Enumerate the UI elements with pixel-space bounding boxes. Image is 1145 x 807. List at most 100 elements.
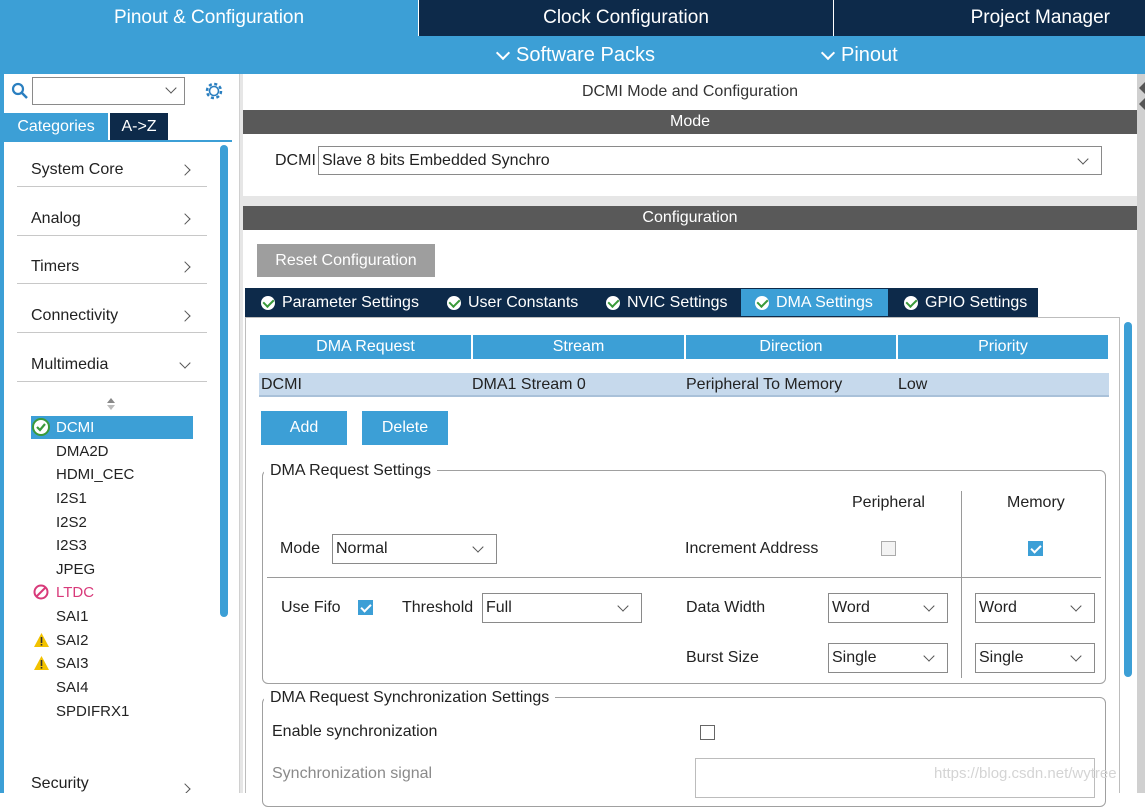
list-item-label: I2S2 bbox=[56, 514, 87, 531]
data-width-peripheral-select[interactable]: Word bbox=[828, 593, 948, 623]
chevron-down-icon bbox=[495, 45, 511, 60]
pinout-menu[interactable]: Pinout bbox=[820, 36, 898, 74]
check-circle-icon bbox=[904, 295, 918, 310]
list-item-jpeg[interactable]: JPEG bbox=[31, 558, 193, 581]
increment-peripheral-checkbox[interactable] bbox=[881, 541, 896, 556]
tab-clock-configuration[interactable]: Clock Configuration bbox=[418, 0, 833, 36]
software-packs-menu[interactable]: Software Packs bbox=[495, 36, 655, 74]
check-circle-icon bbox=[447, 295, 461, 310]
list-item-label: DMA2D bbox=[56, 443, 109, 460]
chevron-down-icon bbox=[617, 600, 629, 612]
column-header-priority[interactable]: Priority bbox=[898, 335, 1108, 359]
search-icon[interactable] bbox=[11, 82, 29, 100]
use-fifo-checkbox[interactable] bbox=[358, 600, 373, 615]
tab-label: Pinout & Configuration bbox=[113, 7, 305, 28]
list-item-label: SAI4 bbox=[56, 679, 89, 696]
warning-icon bbox=[34, 633, 49, 647]
list-item-ltdc[interactable]: LTDC bbox=[31, 581, 193, 604]
chevron-down-icon bbox=[923, 650, 935, 662]
table-cell: DMA1 Stream 0 bbox=[472, 376, 586, 393]
list-item-label: SPDIFRX1 bbox=[56, 703, 130, 720]
data-width-peripheral-value: Word bbox=[832, 599, 870, 616]
chevron-right-icon bbox=[179, 260, 191, 273]
category-analog[interactable]: Analog bbox=[17, 202, 207, 236]
column-header-direction[interactable]: Direction bbox=[686, 335, 896, 359]
threshold-value: Full bbox=[486, 599, 512, 616]
mode-field-label: Mode bbox=[280, 540, 321, 557]
enable-sync-checkbox[interactable] bbox=[700, 725, 715, 740]
check-circle-icon bbox=[32, 418, 50, 436]
chevron-down-icon bbox=[472, 541, 484, 553]
dma-mode-select[interactable]: Normal bbox=[332, 534, 497, 564]
category-security[interactable]: Security bbox=[17, 774, 207, 793]
tab-categories-label: Categories bbox=[17, 117, 95, 135]
column-header-stream[interactable]: Stream bbox=[473, 335, 684, 359]
data-width-memory-select[interactable]: Word bbox=[975, 593, 1095, 623]
category-timers[interactable]: Timers bbox=[17, 250, 207, 284]
table-cell: Peripheral To Memory bbox=[686, 376, 843, 393]
left-scrollbar[interactable] bbox=[220, 145, 228, 617]
list-item-sai4[interactable]: SAI4 bbox=[31, 676, 193, 699]
tab-parameter-settings[interactable]: Parameter Settings bbox=[247, 289, 431, 316]
content-scrollbar[interactable] bbox=[1124, 322, 1132, 677]
warning-icon bbox=[34, 656, 49, 670]
tab-label: Parameter Settings bbox=[282, 293, 419, 311]
list-item-label: DCMI bbox=[56, 419, 95, 436]
tab-gpio-settings[interactable]: GPIO Settings bbox=[890, 289, 1036, 316]
chevron-down-icon bbox=[1077, 152, 1089, 165]
list-item-spdifrx1[interactable]: SPDIFRX1 bbox=[31, 700, 193, 723]
use-fifo-label: Use Fifo bbox=[281, 599, 341, 616]
add-label: Add bbox=[289, 419, 319, 436]
list-item-i2s2[interactable]: I2S2 bbox=[31, 511, 193, 534]
disabled-icon bbox=[33, 584, 49, 600]
right-edge bbox=[1137, 74, 1145, 793]
tab-nvic-settings[interactable]: NVIC Settings bbox=[592, 289, 739, 316]
burst-size-memory-select[interactable]: Single bbox=[975, 643, 1095, 673]
list-item-hdmi-cec[interactable]: HDMI_CEC bbox=[31, 463, 193, 486]
sort-icon[interactable] bbox=[106, 397, 116, 411]
peripheral-column-label: Peripheral bbox=[852, 494, 925, 511]
mode-header: Mode bbox=[243, 110, 1137, 134]
threshold-select[interactable]: Full bbox=[482, 593, 642, 623]
list-item-sai2[interactable]: SAI2 bbox=[31, 629, 193, 652]
gear-icon[interactable] bbox=[203, 80, 225, 102]
list-item-dma2d[interactable]: DMA2D bbox=[31, 440, 193, 463]
list-item-i2s3[interactable]: I2S3 bbox=[31, 534, 193, 557]
check-circle-icon bbox=[606, 295, 620, 310]
data-width-label: Data Width bbox=[686, 599, 766, 616]
chevron-down-icon bbox=[165, 82, 177, 94]
burst-size-peripheral-select[interactable]: Single bbox=[828, 643, 948, 673]
category-label: Timers bbox=[31, 257, 80, 275]
delete-button[interactable]: Delete bbox=[362, 411, 448, 445]
tab-a-z[interactable]: A->Z bbox=[110, 113, 168, 140]
threshold-label: Threshold bbox=[402, 599, 474, 616]
sync-settings-legend: DMA Request Synchronization Settings bbox=[264, 689, 556, 707]
chevron-right-icon bbox=[179, 212, 191, 225]
collapse-arrows-icon[interactable] bbox=[1137, 80, 1145, 112]
group-divider bbox=[267, 577, 1101, 578]
dma-request-settings-legend: DMA Request Settings bbox=[264, 462, 437, 480]
category-multimedia[interactable]: Multimedia bbox=[17, 348, 207, 382]
category-label: Connectivity bbox=[31, 306, 119, 324]
header-label: Direction bbox=[759, 338, 823, 355]
chevron-down-icon bbox=[820, 45, 836, 60]
category-connectivity[interactable]: Connectivity bbox=[17, 299, 207, 333]
tab-user-constants[interactable]: User Constants bbox=[433, 289, 590, 316]
dcmi-mode-select[interactable]: Slave 8 bits Embedded Synchro bbox=[318, 146, 1102, 175]
category-system-core[interactable]: System Core bbox=[17, 153, 207, 187]
list-item-i2s1[interactable]: I2S1 bbox=[31, 487, 193, 510]
add-button[interactable]: Add bbox=[261, 411, 347, 445]
tab-project-manager[interactable]: Project Manager bbox=[833, 0, 1145, 36]
list-item-dcmi[interactable]: DCMI bbox=[31, 416, 193, 439]
software-packs-label: Software Packs bbox=[516, 43, 655, 66]
reset-configuration-button[interactable]: Reset Configuration bbox=[257, 244, 435, 277]
delete-label: Delete bbox=[381, 419, 429, 436]
tab-categories[interactable]: Categories bbox=[4, 113, 108, 140]
list-item-sai1[interactable]: SAI1 bbox=[31, 605, 193, 628]
tab-pinout-configuration[interactable]: Pinout & Configuration bbox=[0, 0, 418, 36]
search-combobox[interactable] bbox=[32, 77, 185, 105]
list-item-sai3[interactable]: SAI3 bbox=[31, 652, 193, 675]
tab-dma-settings[interactable]: DMA Settings bbox=[741, 289, 888, 316]
increment-memory-checkbox[interactable] bbox=[1028, 541, 1043, 556]
column-header-dma-request[interactable]: DMA Request bbox=[260, 335, 471, 359]
